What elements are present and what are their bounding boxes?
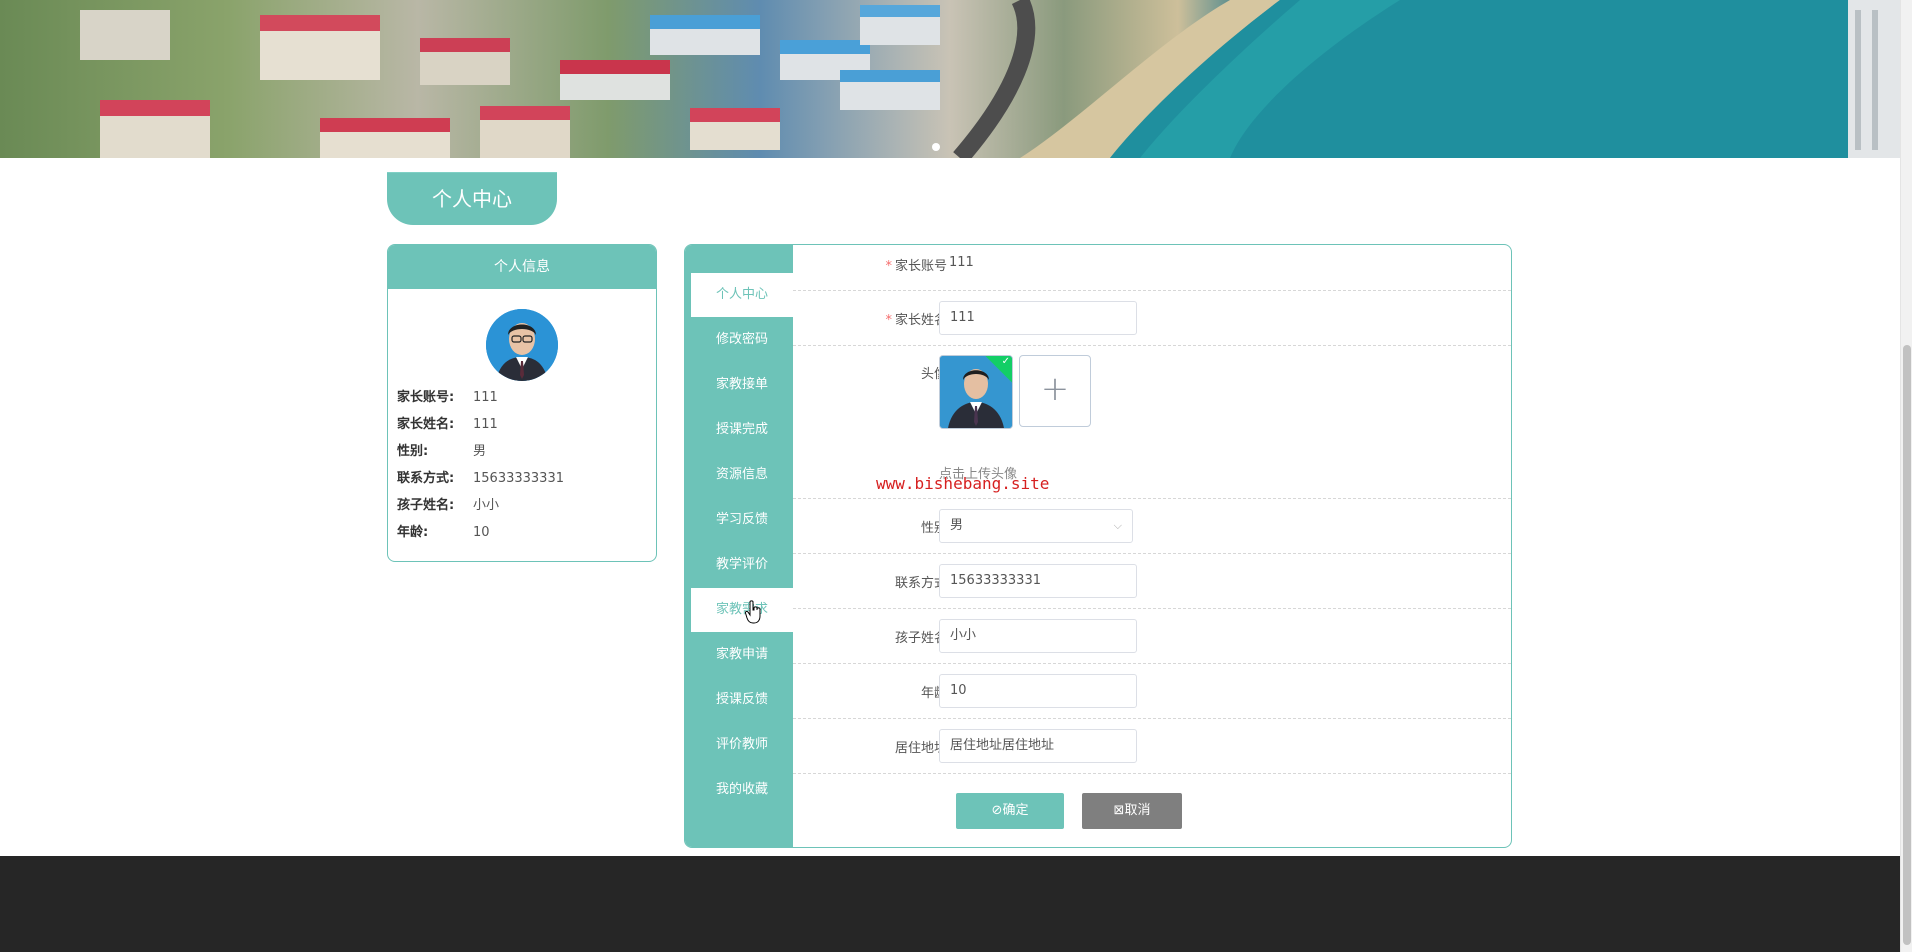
info-label: 联系方式: (397, 471, 455, 486)
avatar-label: 头像 (920, 367, 947, 382)
form-row-account: * 家长账号 111 (793, 245, 1511, 291)
upload-add-button[interactable]: + (1019, 355, 1091, 427)
age-label: 年龄 (920, 686, 947, 701)
phone-input[interactable]: 15633333331 (939, 564, 1137, 598)
required-mark: * (885, 259, 892, 274)
menu-item-lesson-complete[interactable]: 授课完成 (691, 408, 793, 452)
info-row-phone: 联系方式: 15633333331 (397, 467, 564, 486)
avatar-photo (486, 309, 558, 381)
avatar (486, 309, 558, 381)
uploaded-avatar-thumbnail[interactable]: ✓ (939, 355, 1013, 429)
info-value: 111 (473, 417, 498, 432)
account-value: 111 (949, 255, 974, 270)
form-row-gender: 性别 男 ⌵ (793, 498, 1511, 554)
required-mark: * (885, 313, 892, 328)
info-row-child-name: 孩子姓名: 小小 (397, 494, 499, 513)
info-card-title: 个人信息 (388, 245, 656, 289)
menu-item-teaching-evaluation[interactable]: 教学评价 (691, 543, 793, 587)
phone-label: 联系方式 (894, 576, 947, 591)
menu-item-change-password[interactable]: 修改密码 (691, 318, 793, 362)
info-value: 111 (473, 390, 498, 405)
menu-item-tutor-demand[interactable]: 家教需求 (691, 588, 793, 632)
menu-item-personal-center[interactable]: 个人中心 (691, 273, 793, 317)
form-row-address: 居住地址 居住地址居住地址 (793, 718, 1511, 774)
name-label: * 家长姓名 (885, 313, 947, 328)
profile-form-panel: 个人中心 修改密码 家教接单 授课完成 资源信息 学习反馈 教学评价 家教需求 … (684, 244, 1512, 848)
info-row-gender: 性别: 男 (397, 440, 486, 459)
form-row-child-name: 孩子姓名 小小 (793, 608, 1511, 664)
info-label: 年龄: (397, 525, 429, 540)
name-input[interactable]: 111 (939, 301, 1137, 335)
account-label: * 家长账号 (885, 259, 947, 274)
menu-item-resources[interactable]: 资源信息 (691, 453, 793, 497)
cancel-button[interactable]: ⊠取消 (1082, 793, 1182, 829)
info-value: 男 (473, 444, 487, 459)
age-input[interactable]: 10 (939, 674, 1137, 708)
gender-label: 性别 (920, 521, 947, 536)
page-title: 个人中心 (387, 172, 557, 225)
child-name-input[interactable]: 小小 (939, 619, 1137, 653)
scrollbar-thumb[interactable] (1903, 345, 1911, 945)
address-input[interactable]: 居住地址居住地址 (939, 729, 1137, 763)
confirm-button[interactable]: ⊘确定 (956, 793, 1064, 829)
menu-item-rate-teacher[interactable]: 评价教师 (691, 723, 793, 767)
child-name-label: 孩子姓名 (894, 631, 947, 646)
address-label: 居住地址 (894, 741, 947, 756)
info-value: 15633333331 (473, 471, 564, 486)
info-value: 小小 (473, 498, 500, 513)
menu-item-lesson-feedback[interactable]: 授课反馈 (691, 678, 793, 722)
menu-item-tutor-orders[interactable]: 家教接单 (691, 363, 793, 407)
chevron-down-icon: ⌵ (1113, 519, 1122, 532)
banner-image (80, 0, 1900, 158)
carousel-indicator[interactable] (932, 143, 940, 151)
info-row-name: 家长姓名: 111 (397, 413, 498, 432)
menu-item-my-favorites[interactable]: 我的收藏 (691, 768, 793, 812)
hero-banner (0, 0, 1900, 158)
hand-pointer-icon (744, 600, 763, 628)
info-label: 家长账号: (397, 390, 455, 405)
menu-item-learning-feedback[interactable]: 学习反馈 (691, 498, 793, 542)
form-row-name: * 家长姓名 111 (793, 290, 1511, 346)
info-value: 10 (473, 525, 490, 540)
page-scrollbar[interactable] (1900, 0, 1912, 952)
info-label: 家长姓名: (397, 417, 455, 432)
gender-select[interactable]: 男 ⌵ (939, 509, 1133, 543)
personal-info-card: 个人信息 家长账号: 111 家长姓名: 111 性别: 男 联系方式: 1563333… (387, 244, 657, 562)
info-label: 孩子姓名: (397, 498, 455, 513)
check-icon: ✓ (1001, 355, 1010, 367)
form-row-age: 年龄 10 (793, 663, 1511, 719)
info-row-age: 年龄: 10 (397, 521, 490, 540)
info-row-account: 家长账号: 111 (397, 386, 498, 405)
form-row-phone: 联系方式 15633333331 (793, 553, 1511, 609)
gender-selected-value: 男 (950, 518, 964, 533)
info-label: 性别: (397, 444, 429, 459)
side-menu: 个人中心 修改密码 家教接单 授课完成 资源信息 学习反馈 教学评价 家教需求 … (685, 245, 793, 847)
page-footer (0, 856, 1900, 952)
menu-item-tutor-application[interactable]: 家教申请 (691, 633, 793, 677)
watermark: www.bishebang.site (876, 474, 1050, 493)
